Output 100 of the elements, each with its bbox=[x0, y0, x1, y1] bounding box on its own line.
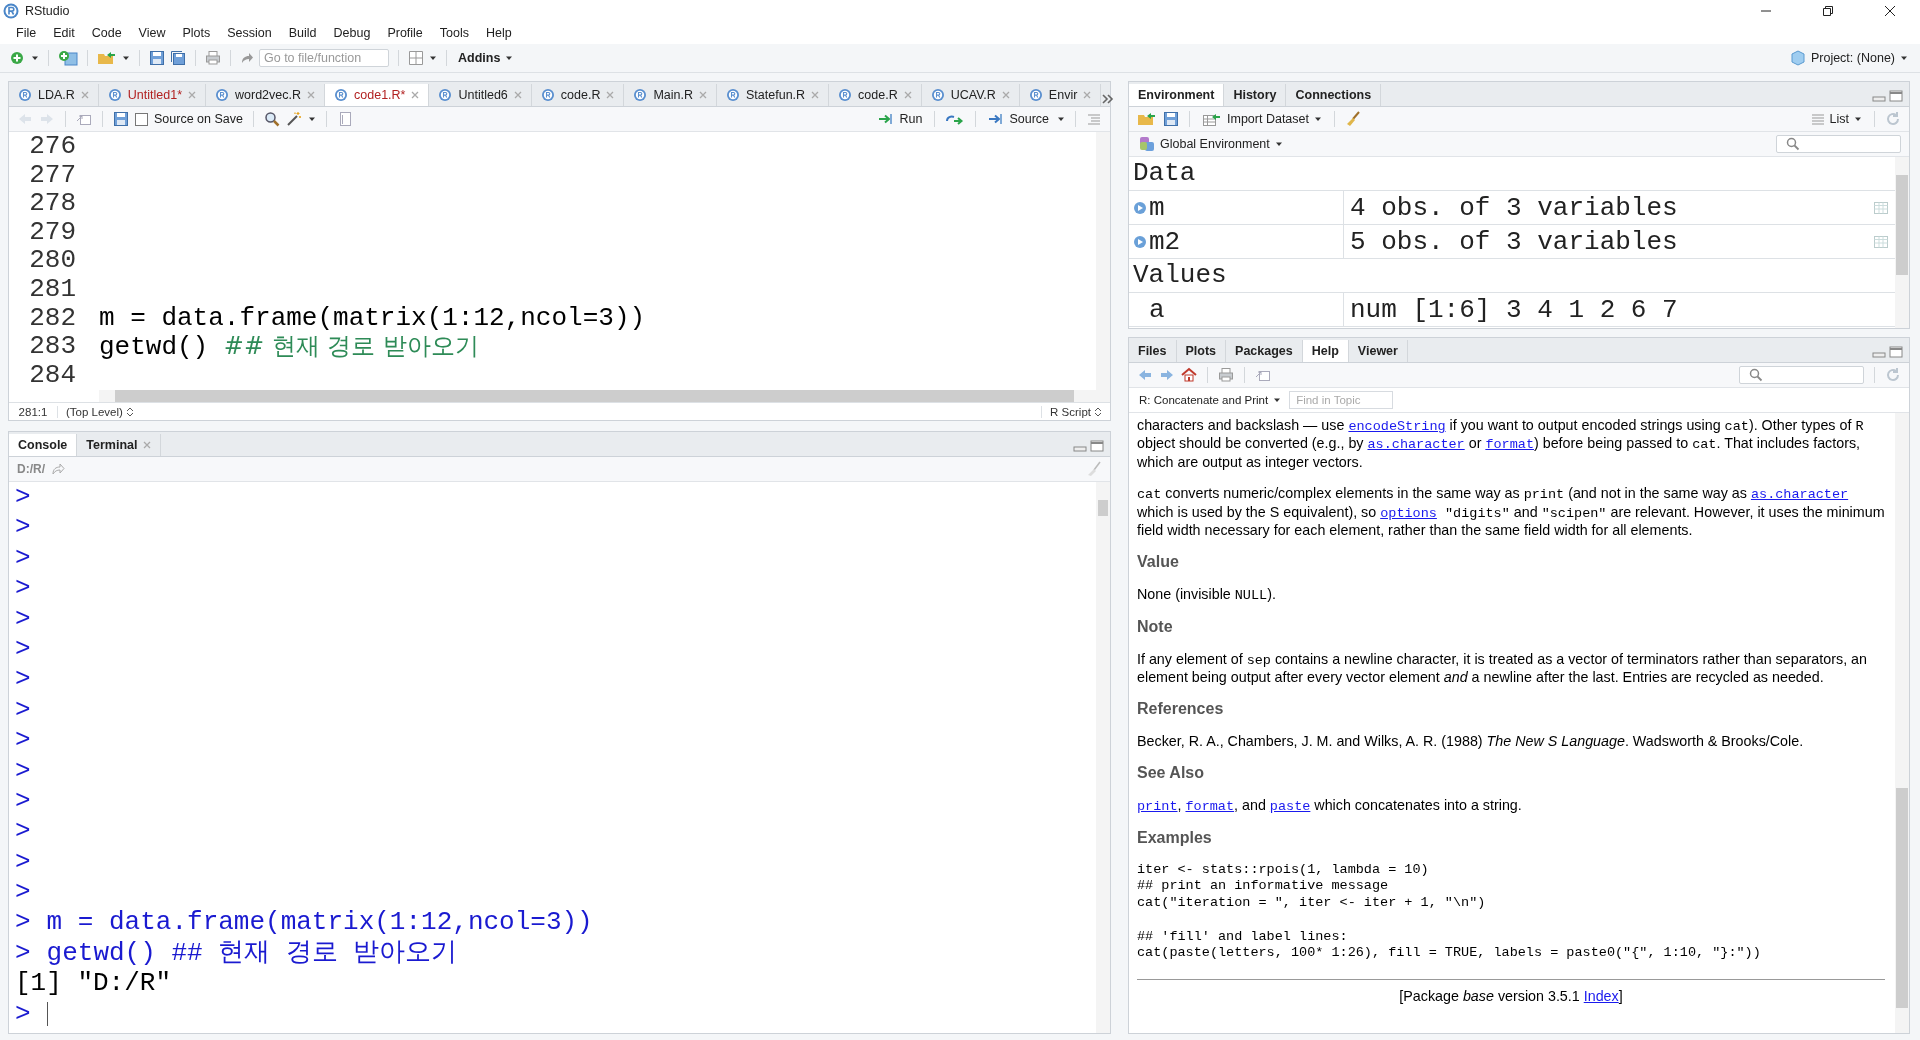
editor-tab[interactable]: LDA.R bbox=[9, 84, 99, 106]
refresh-icon[interactable] bbox=[1885, 111, 1901, 127]
help-link[interactable]: format bbox=[1185, 798, 1235, 814]
go-to-directory-icon[interactable] bbox=[51, 462, 65, 476]
menu-item[interactable]: Code bbox=[83, 26, 131, 40]
forward-icon[interactable] bbox=[39, 111, 55, 127]
forward-icon[interactable] bbox=[1159, 367, 1175, 383]
console-tab[interactable]: Console bbox=[9, 434, 78, 456]
help-tab[interactable]: Help bbox=[1302, 340, 1349, 362]
new-file-icon[interactable] bbox=[10, 50, 26, 66]
table-icon[interactable] bbox=[1873, 233, 1889, 250]
help-link[interactable]: Index bbox=[1583, 988, 1619, 1005]
console-tab[interactable]: Terminal bbox=[77, 434, 162, 456]
help-tab[interactable]: Packages bbox=[1226, 340, 1303, 362]
environment-tab[interactable]: Connections bbox=[1286, 84, 1382, 106]
save-all-icon[interactable] bbox=[170, 50, 186, 66]
maximize-pane-icon[interactable] bbox=[1889, 346, 1903, 358]
environment-selector[interactable]: Global Environment bbox=[1137, 135, 1285, 153]
maximize-pane-icon[interactable] bbox=[1090, 440, 1104, 452]
editor-tab[interactable]: Envir bbox=[1019, 84, 1102, 106]
print-icon[interactable] bbox=[1218, 367, 1234, 383]
menu-item[interactable]: Profile bbox=[379, 26, 432, 40]
help-tab[interactable]: Files bbox=[1129, 340, 1177, 362]
help-link[interactable]: encodeString bbox=[1348, 419, 1446, 434]
horizontal-scrollbar[interactable] bbox=[99, 390, 1110, 402]
source-button[interactable]: Source bbox=[986, 110, 1051, 128]
menu-item[interactable]: Help bbox=[478, 26, 521, 40]
file-type-selector[interactable]: R Script bbox=[1041, 405, 1110, 418]
go-to-file-field[interactable]: Go to file/function bbox=[259, 49, 389, 67]
print-icon[interactable] bbox=[205, 50, 221, 66]
caret-icon[interactable] bbox=[31, 54, 39, 62]
editor-tab[interactable]: Statefun.R bbox=[717, 84, 830, 106]
expand-icon[interactable] bbox=[1133, 200, 1147, 215]
editor-tab[interactable]: Untitled6 bbox=[429, 84, 532, 106]
restore-icon[interactable] bbox=[1822, 5, 1834, 17]
help-link[interactable]: print bbox=[1137, 798, 1178, 814]
new-project-icon[interactable] bbox=[58, 50, 78, 66]
clear-console-icon[interactable] bbox=[1086, 461, 1102, 477]
help-link[interactable]: options bbox=[1380, 505, 1437, 521]
run-button[interactable]: Run bbox=[876, 110, 925, 128]
editor-tab[interactable]: code.R bbox=[531, 84, 625, 106]
editor-tab[interactable]: Main.R bbox=[624, 84, 717, 106]
menu-item[interactable]: Build bbox=[280, 26, 326, 40]
back-icon[interactable] bbox=[1137, 367, 1153, 383]
menu-item[interactable]: Tools bbox=[431, 26, 478, 40]
help-tab[interactable]: Plots bbox=[1176, 340, 1227, 362]
import-dataset-button[interactable]: Import Dataset bbox=[1200, 110, 1324, 128]
search-icon[interactable] bbox=[263, 111, 280, 127]
menu-item[interactable]: Debug bbox=[325, 26, 380, 40]
maximize-pane-icon[interactable] bbox=[1889, 90, 1903, 102]
save-icon[interactable] bbox=[113, 111, 129, 127]
expand-icon[interactable] bbox=[1133, 234, 1147, 249]
caret-icon[interactable] bbox=[307, 115, 316, 123]
view-mode-button[interactable]: List bbox=[1808, 111, 1864, 127]
refresh-icon[interactable] bbox=[1885, 367, 1901, 383]
help-link[interactable]: format bbox=[1485, 437, 1534, 453]
grid-icon[interactable] bbox=[408, 50, 424, 66]
caret-icon[interactable] bbox=[429, 54, 437, 62]
search-field[interactable] bbox=[1776, 135, 1901, 153]
back-icon[interactable] bbox=[17, 111, 33, 127]
folder-icon[interactable] bbox=[97, 50, 117, 66]
caret-icon[interactable] bbox=[122, 54, 130, 62]
environment-tab[interactable]: History bbox=[1224, 84, 1287, 106]
help-tab[interactable]: Viewer bbox=[1348, 340, 1408, 362]
help-link[interactable]: as.character bbox=[1367, 437, 1465, 453]
scope-selector[interactable]: (Top Level) bbox=[58, 405, 142, 418]
menu-item[interactable]: Session bbox=[219, 26, 281, 40]
checkbox-label[interactable]: Source on Save bbox=[154, 112, 243, 126]
more-tabs-icon[interactable] bbox=[1101, 92, 1116, 106]
addins-button[interactable]: Addins bbox=[456, 50, 516, 66]
outline-icon[interactable] bbox=[1086, 111, 1102, 127]
environment-tab[interactable]: Environment bbox=[1129, 84, 1225, 106]
variable-name[interactable]: m bbox=[1149, 192, 1165, 223]
broom-icon[interactable] bbox=[1345, 111, 1361, 127]
editor-tab[interactable]: UCAV.R bbox=[921, 84, 1020, 106]
project-button[interactable]: Project: (None) bbox=[1787, 49, 1910, 67]
home-icon[interactable] bbox=[1181, 367, 1197, 383]
menu-item[interactable]: Plots bbox=[174, 26, 220, 40]
checkbox[interactable] bbox=[135, 112, 148, 126]
save-icon[interactable] bbox=[149, 50, 165, 66]
find-in-topic-field[interactable]: Find in Topic bbox=[1289, 391, 1394, 409]
menu-item[interactable]: View bbox=[130, 26, 175, 40]
help-link[interactable]: paste bbox=[1269, 798, 1311, 814]
menu-item[interactable]: File bbox=[8, 26, 46, 40]
caret-icon[interactable] bbox=[1057, 115, 1065, 123]
line-number: 284 bbox=[28, 360, 77, 390]
menu-item[interactable]: Edit bbox=[45, 26, 84, 40]
save-icon[interactable] bbox=[1163, 111, 1179, 127]
table-icon[interactable] bbox=[1873, 199, 1889, 216]
folder-icon[interactable] bbox=[1137, 111, 1157, 127]
magic-wand-icon[interactable] bbox=[285, 111, 302, 127]
search-field[interactable] bbox=[1739, 366, 1864, 384]
topic-selector[interactable]: R: Concatenate and Print bbox=[1137, 393, 1284, 407]
editor-tab[interactable]: code.R bbox=[829, 84, 922, 106]
editor-tab[interactable]: Untitled1* bbox=[98, 84, 207, 106]
help-link[interactable]: as.character bbox=[1750, 487, 1849, 503]
editor-tab[interactable]: code1.R* bbox=[325, 84, 430, 106]
close-icon[interactable] bbox=[1884, 5, 1896, 17]
variable-name[interactable]: a bbox=[1149, 294, 1165, 325]
variable-name[interactable]: m2 bbox=[1149, 226, 1181, 257]
